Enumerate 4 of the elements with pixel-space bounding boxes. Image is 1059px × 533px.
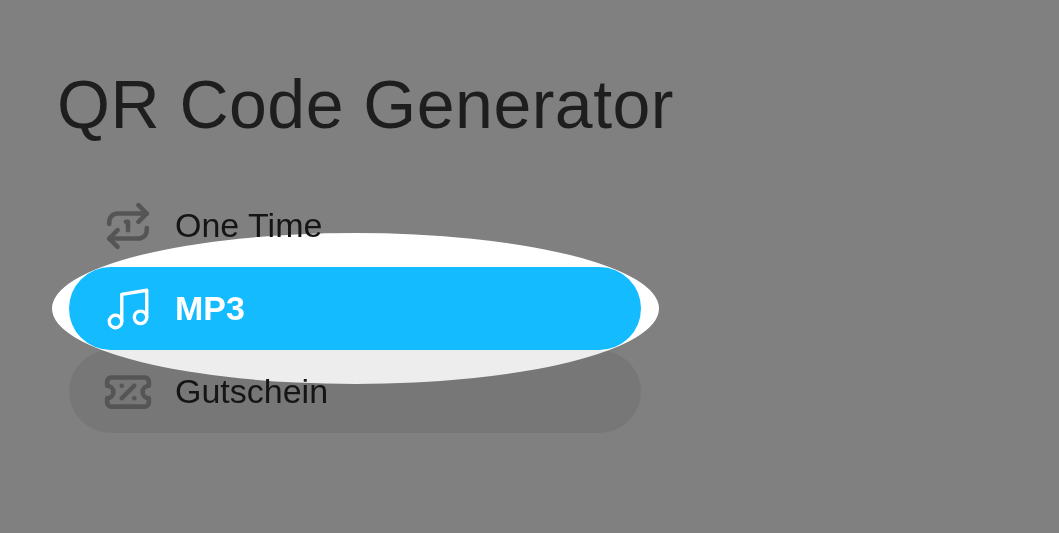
menu-item[interactable]: One Time <box>69 184 641 267</box>
page-title: QR Code Generator <box>57 65 674 144</box>
menu-item[interactable]: Gutschein <box>69 350 641 433</box>
menu-item[interactable]: MP3 <box>69 267 641 350</box>
